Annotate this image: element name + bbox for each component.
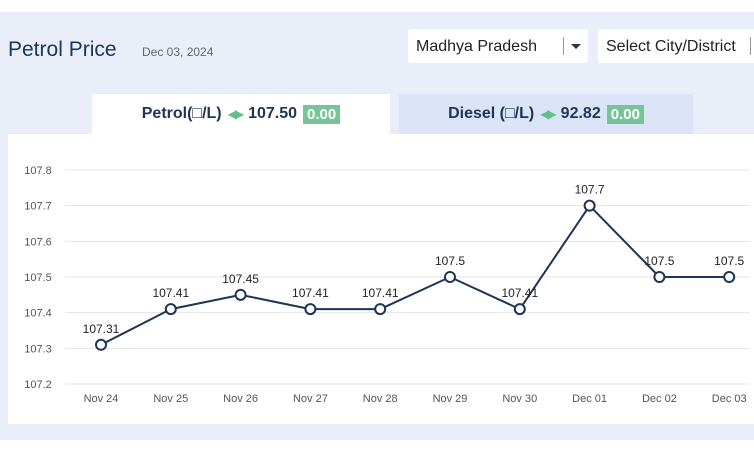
price-date: Dec 03, 2024 xyxy=(142,45,214,59)
price-change-arrows-icon: ◀▶ xyxy=(227,107,245,121)
data-point xyxy=(374,303,387,316)
tab-petrol-change-badge: 0.00 xyxy=(303,104,341,124)
price-line-chart: 107.2 107.3 107.4 107.5 107.6 107.7 107.8 Nov 2… xyxy=(24,165,750,405)
y-tick-label: 107.8 xyxy=(24,165,52,177)
tab-diesel-change-badge: 0.00 xyxy=(606,104,644,124)
x-tick-label: Nov 30 xyxy=(502,393,537,405)
x-tick-label: Nov 26 xyxy=(223,393,258,405)
data-label: 107.45 xyxy=(222,272,259,286)
tab-petrol-label: Petrol(□/L) xyxy=(141,105,222,122)
data-point xyxy=(444,271,456,283)
x-tick-label: Nov 24 xyxy=(84,393,119,405)
data-label: 107.5 xyxy=(714,254,744,268)
chart-area: 107.2 107.3 107.4 107.5 107.6 107.7 107.8 Nov 2… xyxy=(8,134,754,424)
data-label: 107.7 xyxy=(575,183,605,197)
data-label: 107.31 xyxy=(83,322,120,336)
x-tick-label: Nov 29 xyxy=(433,393,468,405)
data-label: 107.41 xyxy=(152,286,189,300)
y-tick-label: 107.5 xyxy=(24,272,52,284)
chevron-down-icon[interactable] xyxy=(571,44,581,49)
tab-diesel-label: Diesel (□/L) xyxy=(448,105,535,122)
data-point xyxy=(95,338,107,351)
data-label: 107.41 xyxy=(362,286,399,300)
x-tick-label: Nov 28 xyxy=(363,393,398,405)
x-tick-label: Dec 02 xyxy=(642,393,677,405)
y-tick-label: 107.6 xyxy=(24,236,52,248)
city-select[interactable]: Select City/District xyxy=(598,29,754,63)
tab-petrol[interactable]: Petrol(□/L) ◀▶ 107.50 0.00 xyxy=(92,94,390,134)
state-select-value: Madhya Pradesh xyxy=(416,38,537,55)
data-point xyxy=(513,303,526,316)
data-point xyxy=(653,271,666,283)
x-tick-label: Nov 25 xyxy=(153,393,188,405)
data-point xyxy=(234,288,247,301)
state-select[interactable]: Madhya Pradesh xyxy=(408,29,588,63)
select-divider xyxy=(750,37,751,55)
city-select-placeholder: Select City/District xyxy=(606,38,736,55)
tab-petrol-price: 107.50 xyxy=(248,105,298,122)
y-tick-label: 107.7 xyxy=(24,201,52,213)
data-label: 107.41 xyxy=(501,286,538,300)
data-point xyxy=(723,271,736,283)
series-line xyxy=(100,204,730,346)
x-tick-label: Dec 01 xyxy=(572,393,607,405)
y-tick-label: 107.2 xyxy=(24,379,52,391)
data-point xyxy=(583,199,596,212)
y-tick-label: 107.3 xyxy=(24,343,52,355)
data-label: 107.5 xyxy=(644,254,674,268)
data-label: 107.5 xyxy=(435,254,465,268)
y-tick-label: 107.4 xyxy=(24,308,52,320)
data-point xyxy=(164,303,177,316)
data-label: 107.41 xyxy=(292,286,329,300)
price-change-arrows-icon: ◀▶ xyxy=(540,107,557,121)
page-title: Petrol Price xyxy=(8,38,117,61)
data-point xyxy=(304,303,317,316)
select-divider xyxy=(563,37,564,55)
x-tick-label: Nov 27 xyxy=(293,393,328,405)
x-tick-label: Dec 03 xyxy=(712,393,747,405)
tab-diesel[interactable]: Diesel (□/L) ◀▶ 92.82 0.00 xyxy=(399,94,693,134)
tab-diesel-price: 92.82 xyxy=(560,105,601,122)
